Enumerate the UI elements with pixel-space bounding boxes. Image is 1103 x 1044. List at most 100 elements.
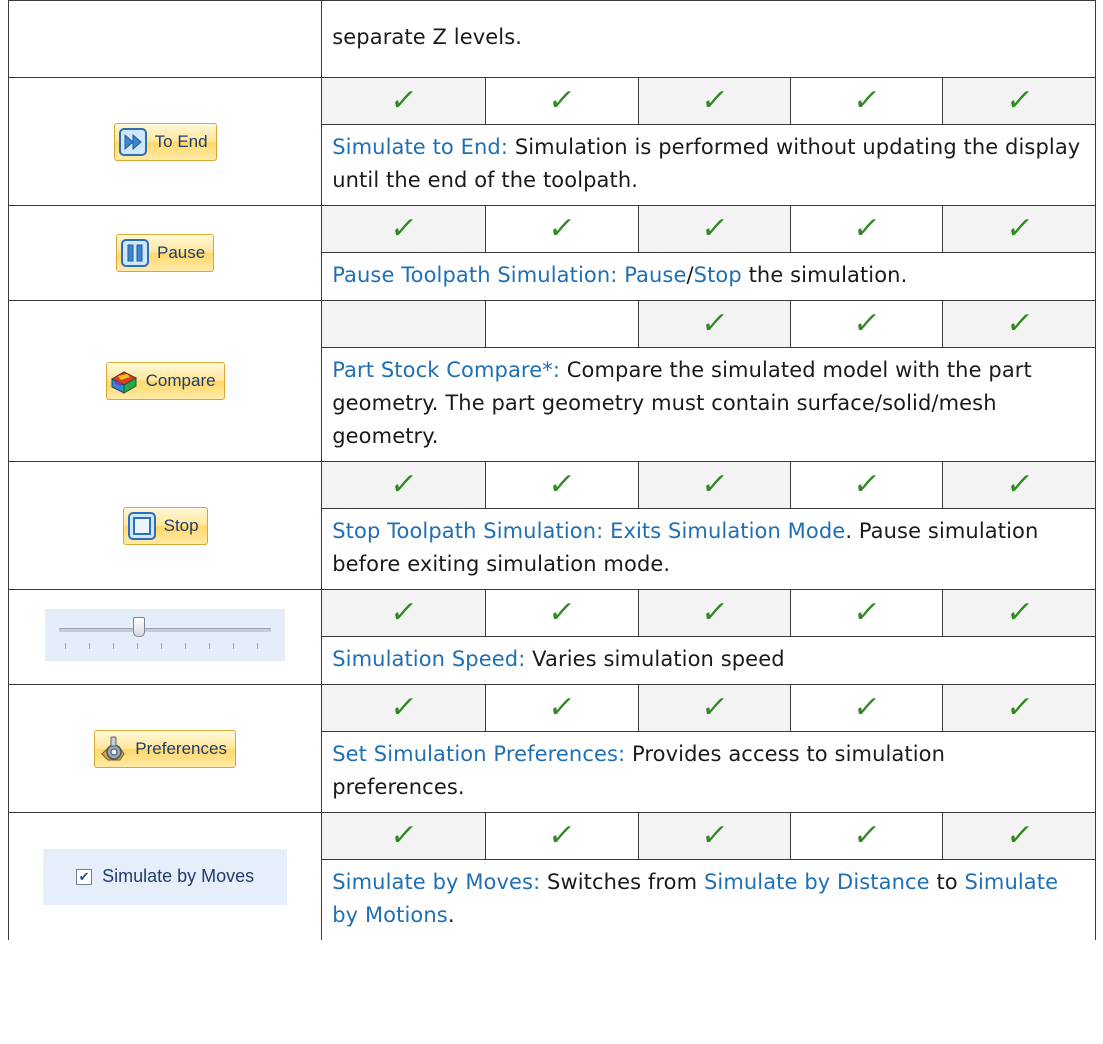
check-cell: ✓ (321, 461, 487, 509)
term-link[interactable]: Stop (694, 263, 742, 287)
checkbox-checked-icon[interactable]: ✔ (76, 868, 93, 885)
check-icon: ✓ (388, 83, 420, 118)
pause-label: Pause (157, 243, 206, 262)
check-icon: ✓ (546, 211, 578, 246)
pause-button[interactable]: Pause (116, 234, 215, 272)
check-icon: ✓ (698, 595, 731, 630)
check-icon: ✓ (851, 467, 883, 502)
check-icon: ✓ (698, 211, 731, 246)
check-icon: ✓ (546, 467, 578, 502)
check-icon: ✓ (1003, 83, 1035, 118)
check-cell: ✓ (637, 589, 792, 637)
description-cell: Simulate to End: Simulation is performed… (321, 124, 1096, 206)
check-cell: ✓ (790, 589, 944, 637)
stop-label: Stop (163, 515, 199, 535)
description-cell: Stop Toolpath Simulation: Exits Simulati… (321, 508, 1096, 590)
check-icon: ✓ (546, 595, 578, 630)
icon-cell: Pause (7, 205, 323, 301)
simulate-by-moves-checkbox[interactable]: ✔ Simulate by Moves (43, 848, 288, 905)
term-link[interactable]: Simulate by Distance (704, 870, 930, 894)
check-cell: ✓ (637, 77, 792, 125)
simulation-speed-slider[interactable] (45, 609, 286, 661)
check-cell: ✓ (942, 684, 1096, 732)
check-cell: ✓ (942, 812, 1096, 860)
compare-button[interactable]: Compare (105, 362, 225, 400)
description-text: the simulation. (741, 263, 908, 287)
check-icon: ✓ (698, 83, 731, 118)
stop-icon (127, 511, 157, 541)
term-link[interactable]: Part Stock Compare*: (332, 358, 560, 382)
check-icon: ✓ (698, 467, 731, 502)
check-icon: ✓ (546, 83, 578, 118)
check-icon: ✓ (851, 595, 883, 630)
check-icon: ✓ (546, 690, 578, 725)
table-row: ✔ Simulate by Moves ✓ ✓ ✓ ✓ ✓ (7, 812, 1096, 940)
check-cell: ✓ (790, 300, 944, 348)
part-stock-compare-icon (109, 366, 139, 396)
description-cell: separate Z levels. (321, 0, 1096, 78)
description-text: . (447, 903, 455, 927)
term-link[interactable]: Simulation Speed: (332, 647, 525, 671)
check-icon: ✓ (388, 467, 420, 502)
to-end-label: To End (154, 131, 208, 151)
term-link[interactable]: Pause (624, 263, 686, 287)
check-cell: ✓ (637, 205, 792, 253)
simulate-by-moves-label: Simulate by Moves (102, 866, 255, 886)
check-icon: ✓ (388, 211, 420, 246)
check-icon: ✓ (546, 818, 578, 853)
check-icon: ✓ (1003, 595, 1035, 630)
pause-icon (120, 238, 150, 268)
check-cell: ✓ (321, 77, 487, 125)
check-cell: ✓ (485, 205, 639, 253)
check-icon: ✓ (388, 818, 420, 853)
check-icon: ✓ (388, 690, 420, 725)
separator-text: / (686, 263, 694, 287)
check-cell: ✓ (790, 684, 944, 732)
check-cell: ✓ (790, 812, 944, 860)
compare-label: Compare (145, 371, 216, 390)
check-cell: ✓ (942, 205, 1096, 253)
feature-table: separate Z levels. To End ✓ ✓ ✓ ✓ ✓ Simu… (7, 0, 1096, 940)
check-icon: ✓ (1003, 211, 1035, 246)
term-link[interactable]: Stop Toolpath Simulation: Exits Simulati… (332, 519, 845, 543)
empty-icon-cell (7, 0, 323, 78)
table-row: Preferences ✓ ✓ ✓ ✓ ✓ (7, 684, 1096, 813)
check-cell: ✓ (485, 684, 639, 732)
term-link[interactable]: Set Simulation Preferences: (332, 742, 625, 766)
check-cell: ✓ (485, 812, 639, 860)
description-cell: Pause Toolpath Simulation: Pause/Stop th… (321, 252, 1096, 301)
slider-thumb[interactable] (132, 617, 145, 637)
check-cell: ✓ (321, 812, 487, 860)
icon-cell: Stop (7, 461, 323, 590)
preferences-button[interactable]: Preferences (94, 729, 236, 768)
check-cell: ✓ (790, 205, 944, 253)
description-cell: Simulation Speed: Varies simulation spee… (321, 636, 1096, 685)
table-row: To End ✓ ✓ ✓ ✓ ✓ (7, 77, 1096, 206)
table-row: Compare ✓ ✓ ✓ (7, 300, 1096, 462)
check-icon: ✓ (388, 595, 420, 630)
check-icon: ✓ (851, 211, 883, 246)
term-link[interactable]: Simulate by Moves: (332, 870, 540, 894)
check-cell: ✓ (485, 77, 639, 125)
term-link[interactable]: Simulate to End: (332, 135, 508, 159)
term-link[interactable]: Pause Toolpath Simulation: (332, 263, 617, 287)
description-text: to (929, 870, 965, 894)
check-icon: ✓ (851, 306, 883, 341)
table-row: Pause ✓ ✓ ✓ ✓ ✓ (7, 205, 1096, 301)
check-cell: ✓ (321, 205, 487, 253)
check-cell: ✓ (942, 589, 1096, 637)
check-cell: ✓ (637, 300, 792, 348)
check-cell: ✓ (637, 812, 792, 860)
check-icon: ✓ (698, 306, 731, 341)
fast-forward-icon (118, 127, 148, 157)
stop-button[interactable]: Stop (122, 506, 208, 545)
check-cell: ✓ (942, 300, 1096, 348)
description-cell: Set Simulation Preferences: Provides acc… (321, 731, 1096, 813)
description-text: Varies simulation speed (525, 647, 785, 671)
table-row: Stop ✓ ✓ ✓ ✓ ✓ (7, 461, 1096, 590)
check-cell: ✓ (790, 77, 944, 125)
description-text: separate Z levels. (332, 24, 523, 49)
description-cell: Simulate by Moves: Switches from Simulat… (321, 859, 1096, 940)
to-end-button[interactable]: To End (113, 122, 217, 161)
check-icon: ✓ (851, 690, 883, 725)
